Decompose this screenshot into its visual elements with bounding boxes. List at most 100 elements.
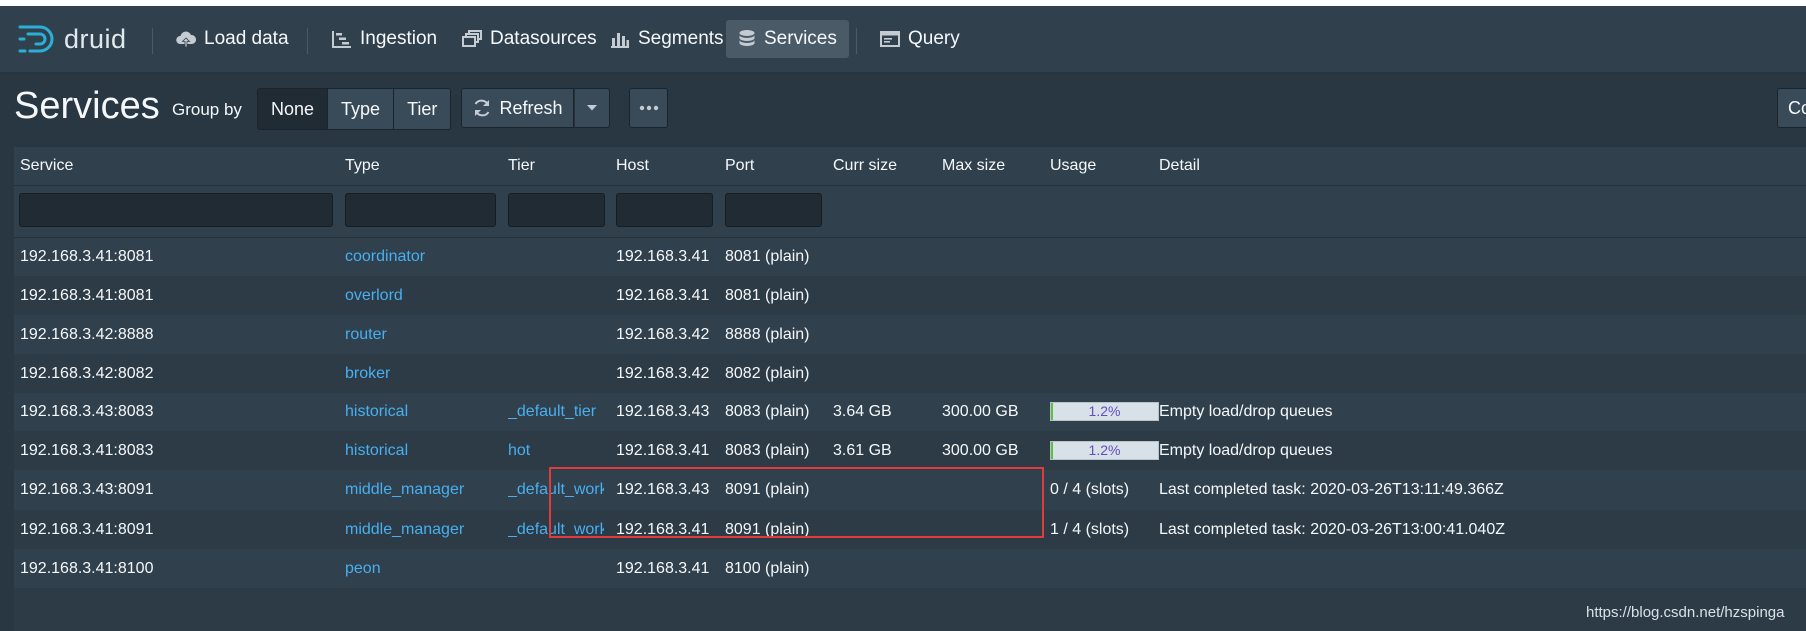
service-cell: 192.168.3.41:8081 bbox=[20, 248, 154, 265]
group-by-type-button[interactable]: Type bbox=[328, 89, 395, 129]
tier-cell[interactable] bbox=[508, 237, 604, 276]
refresh-options-button[interactable] bbox=[574, 88, 610, 128]
service-cell: 192.168.3.42:8888 bbox=[20, 326, 154, 343]
table-row: 192.168.3.41:8083 historical hot 192.168.3.… bbox=[14, 431, 1806, 470]
more-icon bbox=[639, 105, 658, 111]
application-icon bbox=[880, 31, 900, 47]
table-header: Service Type Tier Host Port Curr size Ma… bbox=[14, 147, 1806, 186]
filter-row bbox=[14, 186, 1806, 238]
type-cell[interactable]: peon bbox=[345, 549, 381, 588]
column-header-service[interactable]: Service bbox=[20, 157, 73, 175]
column-header-tier[interactable]: Tier bbox=[508, 157, 535, 175]
tier-cell[interactable] bbox=[508, 354, 604, 393]
nav-load-data[interactable]: Load data bbox=[164, 20, 301, 58]
type-cell[interactable]: middle_manager bbox=[345, 510, 464, 549]
usage-progress-label: 1.2% bbox=[1088, 442, 1121, 458]
detail-cell: Last completed task: 2020-03-26T13:00:41… bbox=[1159, 521, 1505, 538]
port-cell: 8081 (plain) bbox=[725, 248, 810, 265]
service-filter-input[interactable] bbox=[19, 193, 333, 227]
port-filter-input[interactable] bbox=[725, 193, 822, 227]
nav-divider bbox=[152, 28, 153, 54]
tier-cell[interactable]: _default_tier bbox=[508, 392, 604, 431]
detail-cell: Last completed task: 2020-03-26T13:11:49… bbox=[1159, 481, 1504, 498]
nav-services-label: Services bbox=[764, 28, 837, 49]
port-cell: 8083 (plain) bbox=[725, 442, 810, 459]
curr-size-cell: 3.61 GB bbox=[833, 442, 892, 459]
logo-text: druid bbox=[64, 23, 127, 54]
nav-segments-label: Segments bbox=[638, 28, 724, 49]
host-cell: 192.168.3.41 bbox=[616, 248, 710, 265]
type-cell[interactable]: historical bbox=[345, 431, 408, 470]
host-cell: 192.168.3.41 bbox=[616, 521, 710, 538]
port-cell: 8091 (plain) bbox=[725, 521, 810, 538]
columns-button[interactable]: Co bbox=[1777, 88, 1806, 128]
tier-cell[interactable] bbox=[508, 549, 604, 588]
column-header-type[interactable]: Type bbox=[345, 157, 380, 175]
host-cell: 192.168.3.41 bbox=[616, 287, 710, 304]
tier-cell[interactable]: _default_work... bbox=[508, 470, 604, 509]
tier-cell[interactable] bbox=[508, 276, 604, 315]
tier-cell[interactable]: _default_work... bbox=[508, 510, 604, 549]
service-cell: 192.168.3.43:8091 bbox=[20, 481, 154, 498]
host-filter-input[interactable] bbox=[616, 193, 713, 227]
type-cell[interactable]: coordinator bbox=[345, 237, 425, 276]
services-view: Services Group by None Type Tier Refresh… bbox=[0, 73, 1806, 631]
host-cell: 192.168.3.42 bbox=[616, 365, 710, 382]
usage-progress-bar: 1.2% bbox=[1050, 402, 1159, 421]
table-row: 192.168.3.41:8081 coordinator 192.168.3.41… bbox=[14, 237, 1806, 276]
column-header-port[interactable]: Port bbox=[725, 157, 754, 175]
table-empty-row bbox=[14, 588, 1806, 631]
nav-ingestion[interactable]: Ingestion bbox=[320, 20, 449, 58]
services-table: Service Type Tier Host Port Curr size Ma… bbox=[14, 147, 1806, 631]
type-cell[interactable]: middle_manager bbox=[345, 470, 464, 509]
port-cell: 8082 (plain) bbox=[725, 365, 810, 382]
nav-query[interactable]: Query bbox=[868, 20, 972, 58]
group-by-tier-button[interactable]: Tier bbox=[394, 89, 451, 129]
type-cell[interactable]: historical bbox=[345, 392, 408, 431]
refresh-button[interactable]: Refresh bbox=[461, 88, 574, 128]
type-cell[interactable]: overlord bbox=[345, 276, 403, 315]
cloud-upload-icon bbox=[176, 31, 196, 48]
group-by-none-button[interactable]: None bbox=[258, 89, 329, 129]
host-cell: 192.168.3.43 bbox=[616, 481, 710, 498]
table-row: 192.168.3.41:8081 overlord 192.168.3.41 808… bbox=[14, 276, 1806, 315]
host-cell: 192.168.3.41 bbox=[616, 442, 710, 459]
column-header-curr-size[interactable]: Curr size bbox=[833, 157, 897, 175]
tier-cell[interactable]: hot bbox=[508, 431, 604, 470]
usage-progress-bar: 1.2% bbox=[1050, 441, 1159, 460]
tier-filter-input[interactable] bbox=[508, 193, 605, 227]
watermark: https://blog.csdn.net/hzspinga bbox=[1586, 604, 1785, 621]
nav-datasources[interactable]: Datasources bbox=[450, 20, 609, 58]
curr-size-cell: 3.64 GB bbox=[833, 403, 892, 420]
nav-query-label: Query bbox=[908, 28, 960, 49]
nav-ingestion-label: Ingestion bbox=[360, 28, 438, 49]
caret-down-icon bbox=[587, 105, 597, 111]
column-header-max-size[interactable]: Max size bbox=[942, 157, 1005, 175]
column-header-detail[interactable]: Detail bbox=[1159, 157, 1200, 175]
tier-cell[interactable] bbox=[508, 315, 604, 354]
host-cell: 192.168.3.41 bbox=[616, 560, 710, 577]
column-header-usage[interactable]: Usage bbox=[1050, 157, 1096, 175]
table-row: 192.168.3.43:8091 middle_manager _default_… bbox=[14, 470, 1806, 509]
detail-cell: Empty load/drop queues bbox=[1159, 403, 1333, 420]
druid-logo[interactable]: druid bbox=[18, 20, 127, 58]
druid-logo-icon bbox=[18, 25, 54, 53]
type-cell[interactable]: router bbox=[345, 315, 387, 354]
type-filter-input[interactable] bbox=[345, 193, 496, 227]
nav-services[interactable]: Services bbox=[726, 20, 849, 58]
gantt-chart-icon bbox=[332, 31, 351, 48]
nav-segments[interactable]: Segments bbox=[598, 20, 736, 58]
usage-progress-label: 1.2% bbox=[1088, 403, 1121, 419]
more-options-button[interactable] bbox=[629, 88, 668, 128]
nav-divider bbox=[307, 28, 308, 54]
port-cell: 8888 (plain) bbox=[725, 326, 810, 343]
nav-divider bbox=[856, 28, 857, 54]
refresh-icon bbox=[475, 99, 490, 117]
type-cell[interactable]: broker bbox=[345, 354, 390, 393]
usage-cell: 1 / 4 (slots) bbox=[1050, 521, 1130, 538]
table-row: 192.168.3.41:8091 middle_manager _default_… bbox=[14, 510, 1806, 549]
top-navbar: druid Load data Ingestion Datasources Se… bbox=[0, 6, 1806, 73]
table-row: 192.168.3.42:8082 broker 192.168.3.42 8082 … bbox=[14, 354, 1806, 393]
column-header-host[interactable]: Host bbox=[616, 157, 649, 175]
port-cell: 8083 (plain) bbox=[725, 403, 810, 420]
